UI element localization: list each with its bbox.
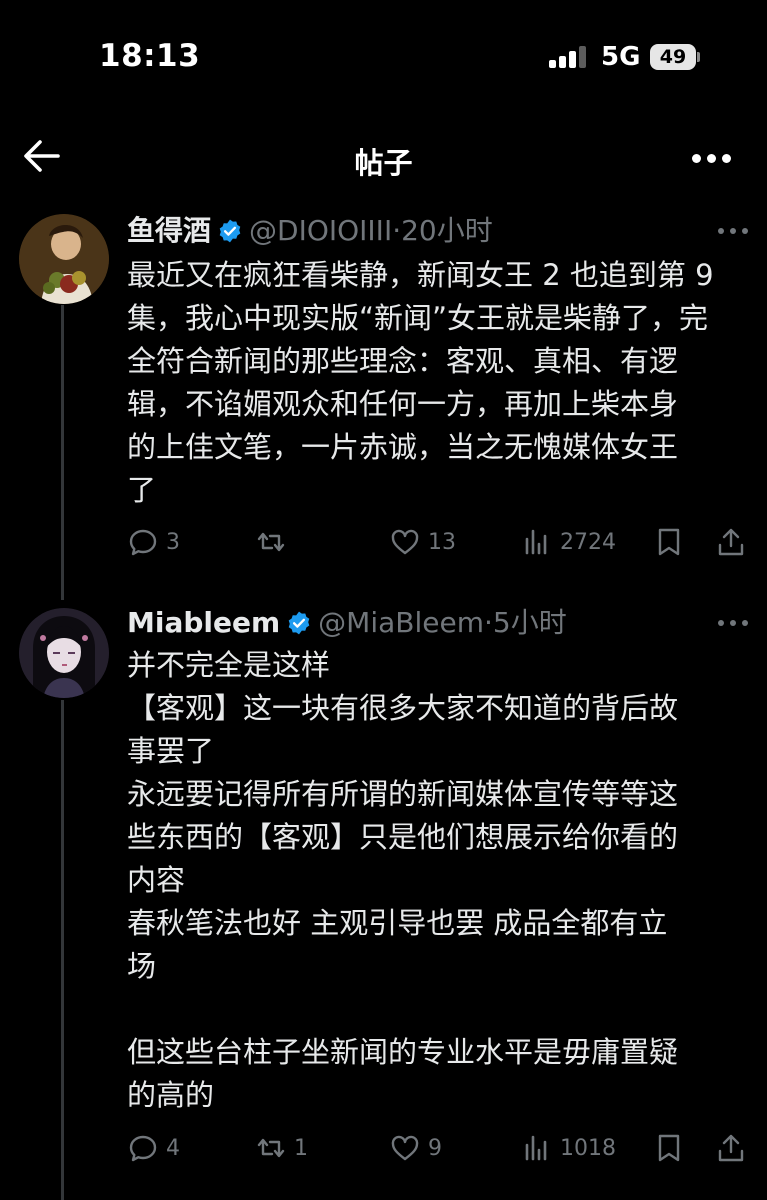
- tweet-text: 并不完全是这样 【客观】这一块有很多大家不知道的背后故 事罢了 永远要记得所有所…: [127, 644, 757, 1117]
- verified-badge-icon: [288, 611, 310, 635]
- status-bar: 18:13 5G 49: [0, 0, 767, 110]
- views-button[interactable]: 1018: [522, 1128, 616, 1168]
- reply-count: 4: [166, 1135, 180, 1161]
- text-line: 的高的: [127, 1078, 215, 1112]
- reply-button[interactable]: 3: [128, 522, 180, 562]
- text-line: 内容: [127, 863, 186, 897]
- status-time: 18:13: [99, 38, 201, 74]
- tweet-header: Miableem @MiaBleem·5小时: [127, 604, 567, 644]
- cellular-signal-icon: [549, 46, 589, 68]
- top-nav: 帖子: [0, 110, 767, 202]
- text-line: 最近又在疯狂看柴静，新闻女王 2 也追到第 9: [127, 258, 714, 292]
- tweet-more-icon[interactable]: [718, 620, 748, 628]
- text-line: 春秋笔法也好 主观引导也罢 成品全都有立: [127, 906, 668, 940]
- heart-icon: [391, 529, 419, 555]
- text-line: 事罢了: [127, 734, 215, 768]
- user-handle[interactable]: @DIOIOIIII: [249, 214, 392, 247]
- text-line: 些东西的【客观】只是他们想展示给你看的: [127, 820, 679, 854]
- avatar[interactable]: [19, 608, 109, 698]
- views-chart-icon: [525, 1135, 547, 1161]
- tweet[interactable]: 鱼得酒 @DIOIOIIII·20小时 最近又在疯狂看柴静，新闻女王 2 也追到第…: [0, 210, 767, 580]
- avatar[interactable]: [19, 214, 109, 304]
- bookmark-icon: [658, 528, 680, 556]
- retweet-icon: [257, 1138, 285, 1158]
- views-chart-icon: [525, 529, 547, 555]
- heart-icon: [391, 1135, 419, 1161]
- text-line: 了: [127, 473, 157, 507]
- timestamp[interactable]: 5小时: [493, 606, 567, 639]
- views-button[interactable]: 2724: [522, 522, 616, 562]
- text-line: [127, 988, 757, 1031]
- reply-count: 3: [166, 529, 180, 555]
- views-count: 2724: [560, 529, 616, 555]
- display-name[interactable]: 鱼得酒: [127, 214, 211, 247]
- retweet-icon: [257, 532, 285, 552]
- tweet-text: 最近又在疯狂看柴静，新闻女王 2 也追到第 9 集，我心中现实版“新闻”女王就是…: [127, 254, 757, 512]
- bookmark-icon: [658, 1134, 680, 1162]
- ellipsis-icon[interactable]: [692, 154, 732, 164]
- reply-button[interactable]: 4: [128, 1128, 180, 1168]
- tweet-actions: 4 1 9 1018: [0, 1128, 767, 1168]
- text-line: 并不完全是这样: [127, 648, 331, 682]
- text-line: 但这些台柱子坐新闻的专业水平是毋庸置疑: [127, 1035, 679, 1069]
- battery-level: 49: [650, 44, 696, 70]
- share-icon: [718, 1134, 744, 1162]
- retweet-count: 1: [294, 1135, 308, 1161]
- share-icon: [718, 528, 744, 556]
- like-count: 9: [428, 1135, 442, 1161]
- network-type: 5G: [601, 42, 641, 72]
- text-line: 场: [127, 949, 157, 983]
- bookmark-button[interactable]: [654, 1128, 684, 1168]
- user-handle[interactable]: @MiaBleem: [318, 606, 484, 639]
- timestamp[interactable]: 20小时: [401, 214, 493, 247]
- page-title: 帖子: [354, 146, 413, 180]
- text-line: 辑，不谄媚观众和任何一方，再加上柴本身: [127, 387, 679, 421]
- text-line: 【客观】这一块有很多大家不知道的背后故: [127, 691, 679, 725]
- like-button[interactable]: 9: [390, 1128, 442, 1168]
- views-count: 1018: [560, 1135, 616, 1161]
- retweet-button[interactable]: 1: [256, 1128, 308, 1168]
- text-line: 全符合新闻的那些理念：客观、真相、有逻: [127, 344, 679, 378]
- share-button[interactable]: [716, 1128, 746, 1168]
- bookmark-button[interactable]: [654, 522, 684, 562]
- tweet-more-icon[interactable]: [718, 228, 748, 236]
- battery-icon: 49: [650, 44, 700, 70]
- text-line: 的上佳文笔，一片赤诚，当之无愧媒体女王: [127, 430, 679, 464]
- reply-icon: [129, 1135, 157, 1162]
- reply-icon: [129, 529, 157, 556]
- text-line: 集，我心中现实版“新闻”女王就是柴静了，完: [127, 301, 709, 335]
- display-name[interactable]: Miableem: [127, 606, 280, 639]
- tweet[interactable]: Miableem @MiaBleem·5小时 并不完全是这样 【客观】这一块有很多…: [0, 604, 767, 1174]
- like-button[interactable]: 13: [390, 522, 456, 562]
- tweet-header: 鱼得酒 @DIOIOIIII·20小时: [127, 212, 493, 252]
- separator-dot: ·: [483, 606, 493, 639]
- tweet-actions: 3 13 2724: [0, 522, 767, 562]
- retweet-button[interactable]: [256, 522, 294, 562]
- share-button[interactable]: [716, 522, 746, 562]
- verified-badge-icon: [219, 219, 241, 243]
- text-line: 永远要记得所有所谓的新闻媒体宣传等等这: [127, 777, 679, 811]
- separator-dot: ·: [392, 214, 402, 247]
- like-count: 13: [428, 529, 456, 555]
